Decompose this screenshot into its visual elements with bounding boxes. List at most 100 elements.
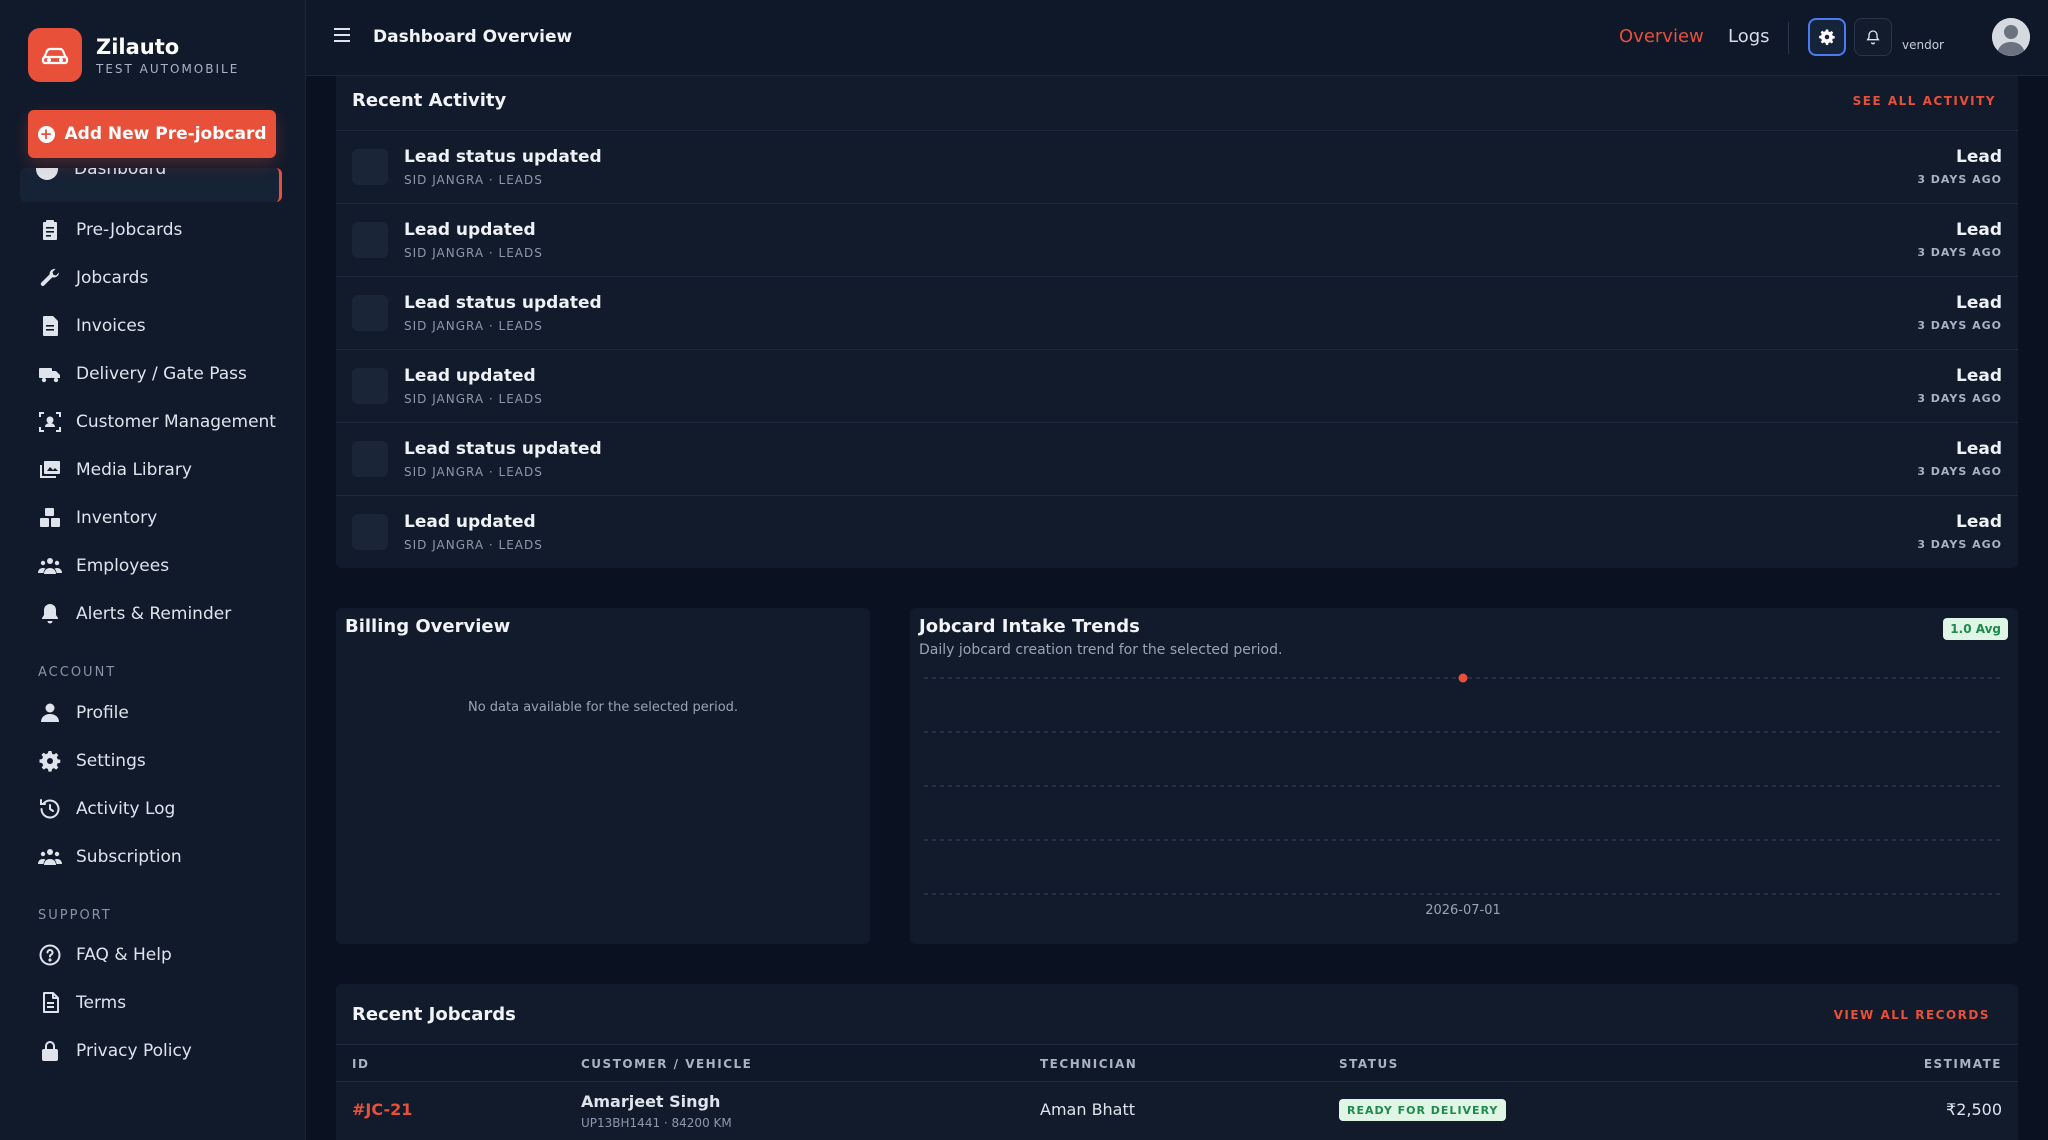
status-badge: READY FOR DELIVERY bbox=[1339, 1099, 1507, 1121]
settings-button[interactable] bbox=[1808, 18, 1846, 56]
activity-row[interactable]: Lead updated SID JANGRA · LEADS Lead 3 D… bbox=[336, 203, 2018, 276]
activity-row[interactable]: Lead updated SID JANGRA · LEADS Lead 3 D… bbox=[336, 495, 2018, 568]
sidebar-item-label: Pre-Jobcards bbox=[76, 220, 183, 240]
notifications-button[interactable] bbox=[1854, 18, 1892, 56]
activity-row[interactable]: Lead updated SID JANGRA · LEADS Lead 3 D… bbox=[336, 349, 2018, 422]
top-bar: Dashboard Overview Overview Logs vendor bbox=[306, 0, 2048, 76]
sidebar-item-delivery[interactable]: Delivery / Gate Pass bbox=[36, 357, 247, 391]
sidebar-item-label: Terms bbox=[76, 993, 127, 1013]
recent-jobcards-title: Recent Jobcards bbox=[352, 1004, 516, 1025]
sidebar-item-customer-management[interactable]: Customer Management bbox=[36, 405, 276, 439]
column-header-customer[interactable]: CUSTOMER / VEHICLE bbox=[581, 1057, 752, 1071]
table-row[interactable]: #JC-21 Amarjeet Singh UP13BH1441 · 84200… bbox=[336, 1082, 2018, 1140]
sidebar-item-alerts[interactable]: Alerts & Reminder bbox=[36, 597, 231, 631]
jobcard-id-link[interactable]: #JC-21 bbox=[352, 1100, 412, 1119]
x-tick-label: 2026-07-01 bbox=[1425, 903, 1501, 918]
user-role: vendor bbox=[1902, 38, 1944, 52]
recent-jobcards-card: Recent Jobcards VIEW ALL RECORDS ID CUST… bbox=[336, 984, 2018, 1140]
sidebar-item-label: Employees bbox=[76, 556, 170, 576]
wrench-icon bbox=[36, 264, 64, 292]
images-icon bbox=[36, 456, 64, 484]
users-scan-icon bbox=[36, 408, 64, 436]
activity-time: 3 DAYS AGO bbox=[1917, 538, 2002, 551]
history-icon bbox=[36, 795, 64, 823]
add-pre-jobcard-button[interactable]: + Add New Pre-jobcard bbox=[28, 110, 276, 158]
activity-row[interactable]: Lead status updated SID JANGRA · LEADS L… bbox=[336, 130, 2018, 203]
people-icon bbox=[36, 552, 64, 580]
table-header: ID CUSTOMER / VEHICLE TECHNICIAN STATUS … bbox=[336, 1044, 2018, 1082]
sidebar-item-label: Subscription bbox=[76, 847, 182, 867]
sidebar-item-inventory[interactable]: Inventory bbox=[36, 501, 157, 535]
activity-thumbnail bbox=[352, 295, 388, 331]
sidebar-item-profile[interactable]: Profile bbox=[36, 696, 129, 730]
activity-time: 3 DAYS AGO bbox=[1917, 246, 2002, 259]
sidebar-item-label: Dashboard bbox=[74, 168, 167, 179]
sidebar: Zilauto TEST AUTOMOBILE Dashboard + Add … bbox=[0, 0, 306, 1140]
sidebar-item-label: Privacy Policy bbox=[76, 1041, 192, 1061]
divider bbox=[1788, 22, 1789, 54]
sidebar-item-pre-jobcards[interactable]: Pre-Jobcards bbox=[36, 213, 182, 247]
sidebar-item-employees[interactable]: Employees bbox=[36, 549, 169, 583]
activity-time: 3 DAYS AGO bbox=[1917, 173, 2002, 186]
sidebar-item-privacy[interactable]: Privacy Policy bbox=[36, 1034, 192, 1068]
avatar[interactable] bbox=[1992, 18, 2030, 56]
sidebar-item-settings[interactable]: Settings bbox=[36, 744, 146, 778]
activity-meta: SID JANGRA · LEADS bbox=[404, 173, 543, 187]
gear-icon bbox=[1819, 29, 1835, 45]
trend-chart: 2026-07-01 bbox=[924, 673, 2002, 918]
activity-type: Lead bbox=[1955, 293, 2002, 313]
gear-icon bbox=[36, 747, 64, 775]
sidebar-item-jobcards[interactable]: Jobcards bbox=[36, 261, 148, 295]
hamburger-menu-icon[interactable] bbox=[334, 27, 352, 47]
brand-name: Zilauto bbox=[96, 35, 180, 59]
customer-name: Amarjeet Singh bbox=[581, 1092, 721, 1111]
sidebar-item-terms[interactable]: Terms bbox=[36, 986, 126, 1020]
column-header-technician[interactable]: TECHNICIAN bbox=[1040, 1057, 1137, 1071]
people-icon bbox=[36, 843, 64, 871]
help-icon bbox=[36, 941, 64, 969]
data-point[interactable] bbox=[1458, 673, 1468, 683]
nav-link-overview[interactable]: Overview bbox=[1619, 26, 1704, 47]
activity-row[interactable]: Lead status updated SID JANGRA · LEADS L… bbox=[336, 276, 2018, 349]
sidebar-item-subscription[interactable]: Subscription bbox=[36, 840, 182, 874]
activity-title: Lead updated bbox=[404, 512, 536, 532]
brand-subtitle: TEST AUTOMOBILE bbox=[96, 62, 240, 76]
sidebar-item-dashboard[interactable]: Dashboard bbox=[20, 168, 282, 202]
sidebar-item-media-library[interactable]: Media Library bbox=[36, 453, 192, 487]
column-header-id[interactable]: ID bbox=[352, 1057, 369, 1071]
sidebar-item-label: Profile bbox=[76, 703, 129, 723]
activity-row[interactable]: Lead status updated SID JANGRA · LEADS L… bbox=[336, 422, 2018, 495]
document-icon bbox=[36, 989, 64, 1017]
sidebar-item-label: Jobcards bbox=[76, 268, 149, 288]
view-all-records-link[interactable]: VIEW ALL RECORDS bbox=[1834, 1008, 1990, 1022]
sidebar-item-label: Alerts & Reminder bbox=[76, 604, 232, 624]
see-all-activity-link[interactable]: SEE ALL ACTIVITY bbox=[1853, 94, 1996, 108]
activity-title: Lead status updated bbox=[404, 147, 602, 167]
nav-link-logs[interactable]: Logs bbox=[1728, 26, 1770, 47]
recent-activity-title: Recent Activity bbox=[352, 90, 507, 111]
sidebar-item-label: Customer Management bbox=[76, 412, 276, 432]
dashboard-icon bbox=[36, 168, 58, 180]
brand[interactable]: Zilauto TEST AUTOMOBILE bbox=[28, 28, 239, 82]
billing-overview-title: Billing Overview bbox=[345, 616, 511, 637]
sidebar-item-label: Settings bbox=[76, 751, 146, 771]
activity-meta: SID JANGRA · LEADS bbox=[404, 538, 543, 552]
truck-icon bbox=[36, 360, 64, 388]
bell-icon bbox=[36, 600, 64, 628]
column-header-estimate[interactable]: ESTIMATE bbox=[1924, 1057, 2002, 1071]
column-header-status[interactable]: STATUS bbox=[1339, 1057, 1399, 1071]
activity-title: Lead status updated bbox=[404, 439, 602, 459]
billing-empty-message: No data available for the selected perio… bbox=[467, 700, 739, 715]
estimate-value: ₹2,500 bbox=[1946, 1100, 2002, 1119]
sidebar-item-faq[interactable]: FAQ & Help bbox=[36, 938, 172, 972]
sidebar-item-invoices[interactable]: Invoices bbox=[36, 309, 146, 343]
sidebar-item-label: Media Library bbox=[76, 460, 192, 480]
activity-thumbnail bbox=[352, 368, 388, 404]
activity-meta: SID JANGRA · LEADS bbox=[404, 319, 543, 333]
support-section-label: SUPPORT bbox=[38, 908, 112, 923]
sidebar-item-label: FAQ & Help bbox=[76, 945, 172, 965]
vehicle-info: UP13BH1441 · 84200 KM bbox=[581, 1116, 732, 1130]
activity-time: 3 DAYS AGO bbox=[1917, 319, 2002, 332]
activity-type: Lead bbox=[1955, 512, 2002, 532]
sidebar-item-activity-log[interactable]: Activity Log bbox=[36, 792, 175, 826]
